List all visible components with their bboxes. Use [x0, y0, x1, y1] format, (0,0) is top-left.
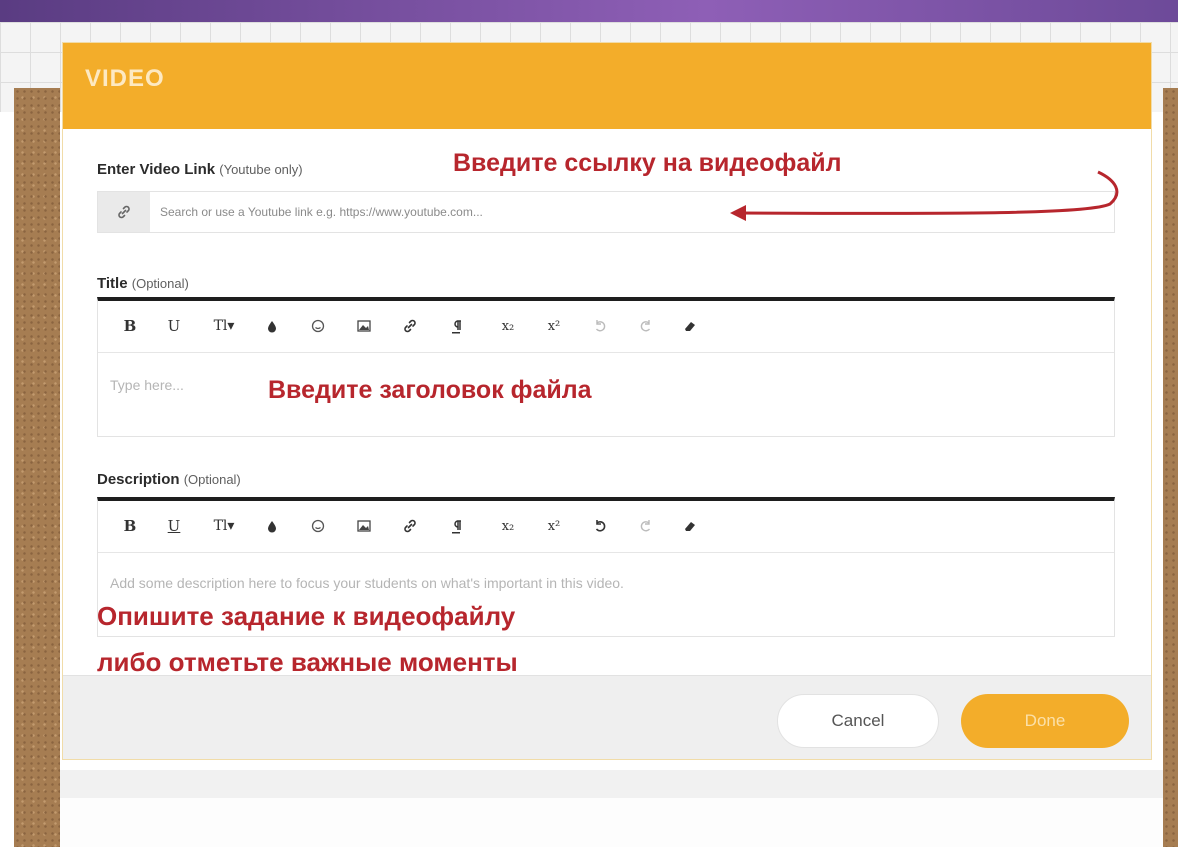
color-drop-icon[interactable] [258, 315, 286, 337]
description-label: Description (Optional) [97, 471, 241, 488]
bold-icon[interactable]: B [116, 515, 144, 537]
annotation-description-line2: либо отметьте важные моменты [97, 647, 518, 677]
text-size-icon[interactable]: Tl▾ [204, 315, 244, 337]
link-icon[interactable] [396, 515, 424, 537]
description-placeholder: Add some description here to focus your … [110, 575, 624, 591]
paragraph-icon[interactable] [442, 315, 470, 337]
image-icon[interactable] [350, 515, 378, 537]
top-strip [0, 0, 1178, 22]
corkboard-left [14, 88, 60, 847]
video-modal: VIDEO Enter Video Link (Youtube only) Вв… [62, 42, 1152, 760]
modal-footer: Cancel Done [63, 675, 1151, 759]
superscript-icon[interactable]: x² [540, 315, 568, 337]
description-label-text: Description [97, 471, 180, 488]
subscript-icon[interactable]: x₂ [494, 315, 522, 337]
under-white [60, 798, 1163, 847]
modal-title: VIDEO [85, 65, 165, 92]
description-toolbar: B U Tl▾ x₂ x² [98, 501, 1114, 553]
undo-icon[interactable] [586, 315, 614, 337]
modal-header: VIDEO [63, 43, 1151, 129]
title-label: Title (Optional) [97, 275, 189, 292]
redo-icon[interactable] [632, 515, 660, 537]
superscript-icon[interactable]: x² [540, 515, 568, 537]
color-drop-icon[interactable] [258, 515, 286, 537]
annotation-link: Введите ссылку на видеофайл [453, 149, 842, 177]
video-link-label-text: Enter Video Link [97, 161, 216, 178]
emoji-icon[interactable] [304, 515, 332, 537]
image-icon[interactable] [350, 315, 378, 337]
eraser-icon[interactable] [676, 315, 704, 337]
corkboard-right [1163, 88, 1178, 847]
underline-icon[interactable]: U [160, 515, 188, 537]
subscript-icon[interactable]: x₂ [494, 515, 522, 537]
title-placeholder: Type here... [110, 377, 184, 393]
paragraph-icon[interactable] [442, 515, 470, 537]
title-optional: (Optional) [131, 276, 189, 291]
emoji-icon[interactable] [304, 315, 332, 337]
video-link-label: Enter Video Link (Youtube only) [97, 161, 303, 178]
annotation-title: Введите заголовок файла [268, 376, 592, 404]
underline-icon[interactable]: U [160, 315, 188, 337]
done-button[interactable]: Done [961, 694, 1129, 748]
video-link-field[interactable] [97, 191, 1115, 233]
description-optional: (Optional) [183, 472, 241, 487]
bold-icon[interactable]: B [116, 315, 144, 337]
cancel-button[interactable]: Cancel [777, 694, 939, 748]
link-icon[interactable] [396, 315, 424, 337]
video-link-input[interactable] [160, 201, 1060, 223]
undo-icon[interactable] [586, 515, 614, 537]
text-size-icon[interactable]: Tl▾ [204, 515, 244, 537]
title-toolbar: B U Tl▾ x₂ x² [98, 301, 1114, 353]
title-editor-body[interactable]: Type here... [98, 353, 1114, 436]
eraser-icon[interactable] [676, 515, 704, 537]
annotation-description-line1: Опишите задание к видеофайлу [97, 601, 516, 631]
title-label-text: Title [97, 275, 128, 292]
title-editor: B U Tl▾ x₂ x² Type here... [97, 297, 1115, 437]
link-icon [98, 192, 150, 232]
youtube-only-hint: (Youtube only) [219, 162, 303, 177]
redo-icon[interactable] [632, 315, 660, 337]
